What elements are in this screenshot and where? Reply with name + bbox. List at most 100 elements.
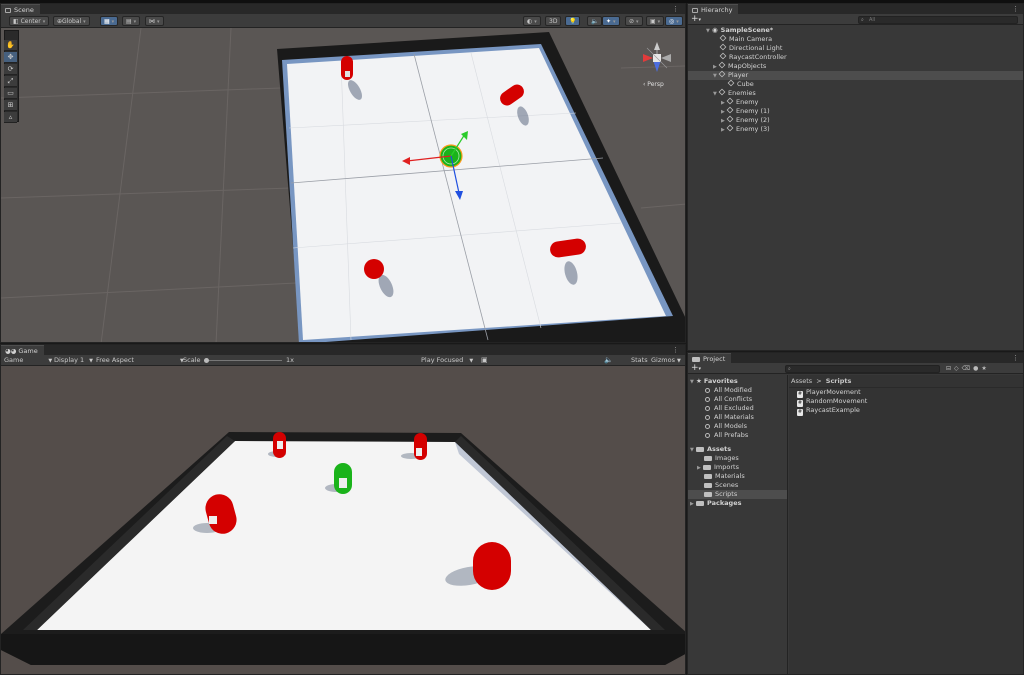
mute-audio-icon[interactable]: ▣ — [481, 355, 488, 366]
hand-tool-icon[interactable]: ✋ — [4, 40, 17, 51]
game-viewport[interactable] — [1, 366, 685, 674]
hierarchy-item-directional-light[interactable]: Directional Light — [688, 43, 1023, 53]
favorite-icon[interactable]: ★ — [981, 365, 989, 372]
hierarchy-add-button[interactable]: +▾ — [691, 14, 701, 25]
hierarchy-item-enemy-1[interactable]: ▶ Enemy (1) — [688, 106, 1023, 116]
move-tool-icon[interactable]: ✥ — [4, 52, 17, 63]
pivot-mode-dropdown[interactable]: ◧ Center ▾ — [9, 16, 50, 26]
lighting-toggle-button[interactable]: 💡 — [565, 16, 581, 26]
hierarchy-lock-icon[interactable]: ⋮ — [1012, 5, 1019, 13]
hierarchy-search-placeholder: All — [869, 17, 876, 23]
custom-tool-icon[interactable]: ▵ — [4, 112, 17, 123]
script-file-item[interactable]: # PlayerMovement — [789, 388, 1023, 398]
search-filter-icon — [705, 424, 710, 429]
folder-item-images[interactable]: Images — [688, 454, 787, 463]
scale-tool-icon[interactable]: ⤢ — [4, 76, 17, 87]
camera-settings-button[interactable]: ▣ ▾ — [646, 16, 665, 26]
hierarchy-item-enemy-2[interactable]: ▶ Enemy (2) — [688, 115, 1023, 125]
favorite-item[interactable]: All Modified — [688, 386, 787, 395]
hierarchy-item-enemy-3[interactable]: ▶ Enemy (3) — [688, 124, 1023, 134]
speaker-icon[interactable]: 🔈 — [604, 355, 613, 366]
hierarchy-item-raycastcontroller[interactable]: RaycastController — [688, 52, 1023, 62]
tab-project[interactable]: Project — [688, 353, 732, 363]
project-add-button[interactable]: +▾ — [691, 363, 701, 374]
tab-scene[interactable]: Scene — [1, 4, 40, 14]
assets-header[interactable]: ▼ Assets — [688, 445, 787, 454]
favorites-header[interactable]: ▼ ★ Favorites — [688, 377, 787, 386]
gameobject-icon — [726, 115, 734, 123]
rect-tool-icon[interactable]: ▭ — [4, 88, 17, 99]
search-icon: ⌕ — [861, 17, 864, 23]
toggle-2d-3d-button[interactable]: 3D — [545, 16, 562, 26]
scene-toolbar: ◧ Center ▾ ⊕Global ▾ ▦ ▾ ▤ ▾ ⋈ ▾ ◐ ▾ 3D 💡 🔈 ✦ ▾… — [1, 14, 685, 28]
folder-icon — [704, 474, 712, 479]
tab-game[interactable]: ◕◕ Game — [1, 345, 44, 355]
project-lock-icon[interactable]: ⋮ — [1012, 354, 1019, 362]
folder-item-imports[interactable]: ▶ Imports — [688, 463, 787, 472]
hidden-objects-button[interactable]: ⊘ ▾ — [625, 16, 643, 26]
breadcrumb-root[interactable]: Assets — [791, 377, 812, 385]
scene-viewport[interactable]: ✋ ✥ ⟳ ⤢ ▭ ⊞ ▵ ‹ Persp — [1, 28, 685, 342]
scale-slider[interactable] — [204, 360, 282, 361]
game-tabbar: ◕◕ Game ⋮ — [1, 345, 685, 355]
favorite-item[interactable]: All Excluded — [688, 404, 787, 413]
folder-icon — [696, 501, 704, 506]
game-menu-icon[interactable]: ⋮ — [672, 346, 679, 354]
draw-mode-button[interactable]: ◐ ▾ — [523, 16, 541, 26]
search-filter-icon — [705, 397, 710, 402]
folder-open-icon — [696, 447, 704, 452]
gameobject-icon — [719, 52, 727, 60]
search-by-type-icon[interactable]: ⊟ — [946, 365, 954, 372]
folder-icon — [704, 456, 712, 461]
scale-slider-handle[interactable] — [204, 358, 209, 363]
favorite-item[interactable]: All Prefabs — [688, 431, 787, 440]
breadcrumb-current[interactable]: Scripts — [826, 377, 852, 385]
hierarchy-item-cube[interactable]: Cube — [688, 79, 1023, 89]
snap-increment-button[interactable]: ▤ ▾ — [122, 16, 141, 26]
hierarchy-item-mapobjects[interactable]: ▶ MapObjects — [688, 61, 1023, 71]
scene-view-canvas — [1, 28, 685, 342]
hierarchy-tab-icon — [692, 8, 698, 13]
breadcrumb-separator: > — [816, 377, 822, 385]
audio-toggle-button[interactable]: 🔈 — [587, 16, 603, 26]
search-by-label-icon[interactable]: ◇ — [954, 365, 962, 372]
search-icon: ⌕ — [788, 366, 791, 372]
scene-tabbar: Scene ⋮ — [1, 4, 685, 14]
script-file-item[interactable]: # RaycastExample — [789, 406, 1023, 416]
game-toolbar: Game ▼ Display 1 ▼ Free Aspect ▼ Scale 1x P… — [1, 355, 685, 366]
hierarchy-item-samplescene[interactable]: ▼ ◉ SampleScene* — [688, 26, 1023, 35]
game-view-canvas — [1, 366, 685, 674]
gameobject-icon — [726, 97, 734, 105]
project-search-field[interactable]: ⌕ — [785, 365, 940, 373]
hierarchy-search-field[interactable]: ⌕ All — [858, 16, 1018, 24]
hierarchy-item-player[interactable]: ▼ Player — [688, 70, 1023, 80]
folder-item-scripts[interactable]: Scripts — [688, 490, 787, 499]
scene-panel: Scene ⋮ ◧ Center ▾ ⊕Global ▾ ▦ ▾ ▤ ▾ ⋈ ▾ ◐ ▾ 3… — [0, 3, 686, 343]
transform-tool-icon[interactable]: ⊞ — [4, 100, 17, 111]
game-panel: ◕◕ Game ⋮ Game ▼ Display 1 ▼ Free Aspect ▼ S… — [0, 344, 686, 675]
folder-icon — [703, 465, 711, 470]
pivot-rotation-dropdown[interactable]: ⊕Global ▾ — [53, 16, 90, 26]
scene-menu-icon[interactable]: ⋮ — [672, 5, 679, 13]
packages-header[interactable]: ▶ Packages — [688, 499, 787, 508]
favorite-item[interactable]: All Materials — [688, 413, 787, 422]
save-search-icon[interactable]: ⌫ — [962, 365, 973, 372]
grid-snap-button[interactable]: ▦ ▾ — [100, 16, 119, 26]
persp-label[interactable]: ‹ Persp — [643, 81, 664, 88]
favorite-item[interactable]: All Models — [688, 422, 787, 431]
effects-button[interactable]: ✦ ▾ — [602, 16, 620, 26]
tab-hierarchy[interactable]: Hierarchy — [688, 4, 739, 14]
render-mode-button[interactable]: ⋈ ▾ — [145, 16, 164, 26]
favorite-item[interactable]: All Conflicts — [688, 395, 787, 404]
hierarchy-item-enemies[interactable]: ▼ Enemies — [688, 88, 1023, 98]
gameobject-icon — [719, 43, 727, 51]
script-file-item[interactable]: # RandomMovement — [789, 397, 1023, 407]
hierarchy-item-enemy[interactable]: ▶ Enemy — [688, 97, 1023, 107]
search-filter-icon — [705, 406, 710, 411]
folder-item-scenes[interactable]: Scenes — [688, 481, 787, 490]
gizmos-button[interactable]: ◎ ▾ — [665, 16, 683, 26]
rotate-tool-icon[interactable]: ⟳ — [4, 64, 17, 75]
stats-toggle[interactable]: Stats — [631, 355, 648, 366]
hierarchy-item-main-camera[interactable]: Main Camera — [688, 34, 1023, 44]
folder-item-materials[interactable]: Materials — [688, 472, 787, 481]
